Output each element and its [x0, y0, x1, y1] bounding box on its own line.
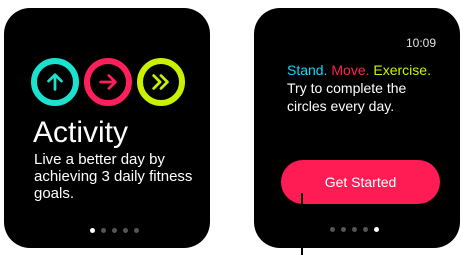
page-dot-2	[101, 228, 106, 233]
watch-screen-get-started: 10:09 Stand. Move. Exercise. Try to comp…	[254, 8, 460, 248]
page-dot-4	[123, 228, 128, 233]
stand-label: Stand.	[287, 62, 328, 78]
exercise-label: Exercise.	[373, 62, 431, 78]
stand-ring-icon	[31, 58, 79, 106]
callout-line	[301, 193, 303, 255]
get-started-button[interactable]: Get Started	[281, 160, 440, 204]
move-ring-icon	[84, 58, 132, 106]
info-text: Stand. Move. Exercise. Try to complete t…	[287, 61, 447, 115]
page-dot-1	[90, 228, 95, 233]
description-text: Try to complete the circles every day.	[287, 80, 407, 114]
watch-screen-intro: Activity Live a better day by achieving …	[4, 8, 210, 248]
page-indicator[interactable]	[330, 227, 379, 232]
intro-subtitle: Live a better day by achieving 3 daily f…	[34, 151, 193, 202]
page-dot-5	[374, 227, 379, 232]
exercise-ring-icon	[137, 58, 185, 106]
move-label: Move.	[331, 62, 370, 78]
page-dot-2	[341, 227, 346, 232]
status-time: 10:09	[405, 36, 436, 50]
page-dot-3	[112, 228, 117, 233]
page-indicator[interactable]	[90, 228, 139, 233]
page-dot-4	[363, 227, 368, 232]
page-dot-5	[134, 228, 139, 233]
page-title: Activity	[33, 116, 129, 149]
activity-rings	[31, 58, 191, 112]
page-dot-1	[330, 227, 335, 232]
page-dot-3	[352, 227, 357, 232]
